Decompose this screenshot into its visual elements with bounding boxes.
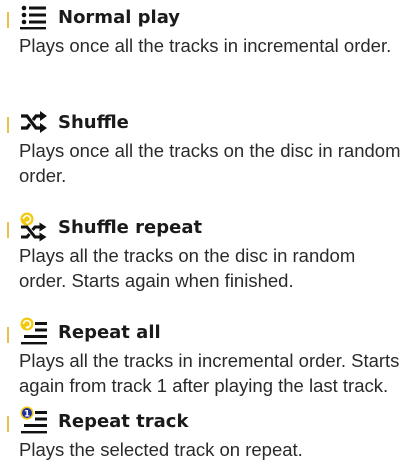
mode-description: Plays once all the tracks in incremental… — [19, 35, 392, 56]
repeat-all-icon — [19, 317, 49, 347]
mode-title: Repeat all — [58, 322, 161, 343]
mode-header: Normal play — [0, 1, 416, 31]
mode-header: 1 Repeat track — [0, 405, 416, 435]
accent-bar — [7, 327, 9, 343]
mode-description: Plays all the tracks on the disc in rand… — [19, 245, 356, 291]
mode-repeat-track: 1 Repeat track Plays the selected track … — [0, 405, 416, 462]
mode-shuffle-repeat: Shuffle repeat Plays all the tracks on t… — [0, 211, 416, 293]
mode-repeat-all: Repeat all Plays all the tracks in incre… — [0, 316, 416, 398]
shuffle-repeat-icon — [19, 212, 49, 242]
mode-description: Plays the selected track on repeat. — [19, 439, 303, 460]
mode-header: Shuffle repeat — [0, 211, 416, 242]
accent-bar — [7, 12, 9, 28]
mode-description: Plays all the tracks in incremental orde… — [19, 350, 400, 396]
mode-shuffle: Shuffle Plays once all the tracks on the… — [0, 106, 416, 188]
mode-header: Repeat all — [0, 316, 416, 346]
mode-header: Shuffle — [0, 106, 416, 136]
list-icon — [19, 2, 49, 32]
mode-title: Repeat track — [58, 411, 189, 432]
shuffle-icon — [19, 107, 49, 137]
accent-bar — [7, 222, 9, 238]
repeat-track-badge: 1 — [24, 409, 30, 419]
mode-title: Shuffle repeat — [58, 217, 203, 238]
mode-title: Normal play — [58, 7, 181, 28]
mode-description: Plays once all the tracks on the disc in… — [19, 140, 401, 186]
repeat-track-icon: 1 — [19, 406, 49, 436]
mode-normal-play: Normal play Plays once all the tracks in… — [0, 1, 416, 58]
mode-title: Shuffle — [58, 112, 129, 133]
accent-bar — [7, 416, 9, 432]
accent-bar — [7, 117, 9, 133]
